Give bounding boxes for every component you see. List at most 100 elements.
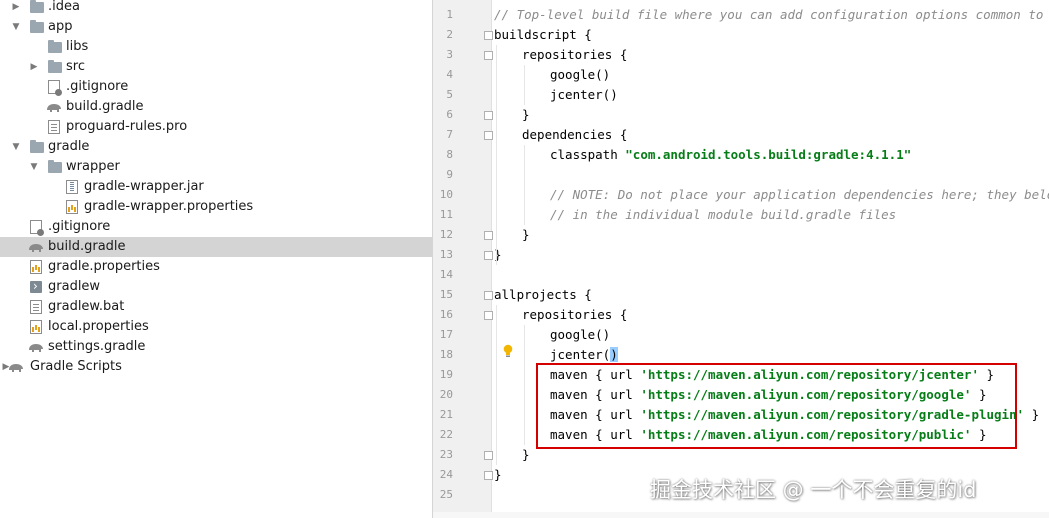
text-file-icon: [30, 300, 42, 314]
properties-file-icon: [30, 260, 42, 274]
code-line[interactable]: // in the individual module build.gradle…: [550, 205, 896, 225]
expand-arrow-icon[interactable]: ▼: [28, 157, 40, 177]
code-line[interactable]: buildscript {: [494, 25, 592, 45]
collapse-arrow-icon[interactable]: ▶: [10, 0, 22, 17]
gitignore-file-icon: [48, 80, 62, 96]
code-token: ): [610, 347, 618, 362]
code-line[interactable]: classpath "com.android.tools.build:gradl…: [550, 145, 911, 165]
code-line[interactable]: google(): [550, 65, 610, 85]
tree-item-label: build.gradle: [66, 99, 144, 114]
line-number: 1: [446, 8, 453, 21]
expand-arrow-icon[interactable]: ▼: [10, 137, 22, 157]
code-line[interactable]: }: [522, 445, 530, 465]
project-tree: ▶ .idea ▼ app libs ▶ src .gitignore build.gradle…: [0, 0, 433, 518]
code-line[interactable]: google(): [550, 325, 610, 345]
line-number: 14: [439, 268, 453, 281]
line-number: 11: [439, 208, 453, 221]
tree-item[interactable]: gradlew.bat: [0, 297, 432, 317]
code-line[interactable]: jcenter(): [550, 345, 618, 365]
tree-item-label: local.properties: [48, 319, 149, 334]
code-line[interactable]: jcenter(): [550, 85, 618, 105]
properties-file-icon: [30, 320, 42, 334]
tree-item-label: gradle: [48, 139, 90, 154]
expand-arrow-icon[interactable]: ▼: [10, 17, 22, 37]
indent-guide: [496, 45, 497, 265]
tree-item[interactable]: .gitignore: [0, 77, 432, 97]
line-number: 20: [439, 388, 453, 401]
indent-guide: [524, 145, 525, 225]
tree-item[interactable]: .gitignore: [0, 217, 432, 237]
tree-item[interactable]: settings.gradle: [0, 337, 432, 357]
properties-file-icon: [66, 200, 78, 214]
code-line[interactable]: }: [522, 225, 530, 245]
code-token: google(): [550, 327, 611, 342]
code-token: dependencies {: [522, 127, 628, 142]
code-line[interactable]: }: [522, 105, 530, 125]
tree-item[interactable]: gradle-wrapper.properties: [0, 197, 432, 217]
line-number: 8: [446, 148, 453, 161]
gradle-elephant-icon: [28, 343, 44, 353]
tree-item[interactable]: ▶ .idea: [0, 0, 432, 17]
tree-item[interactable]: ▶ Gradle Scripts: [0, 357, 432, 377]
line-number: 22: [439, 428, 453, 441]
gradle-elephant-icon: [46, 103, 62, 113]
tree-item-label: gradle-wrapper.jar: [84, 179, 204, 194]
line-number: 12: [439, 228, 453, 241]
code-line[interactable]: dependencies {: [522, 125, 627, 145]
line-number: 19: [439, 368, 453, 381]
folder-icon: [48, 160, 62, 173]
fold-marker-icon[interactable]: [484, 251, 493, 260]
tree-item[interactable]: ▶ src: [0, 57, 432, 77]
tree-item[interactable]: ▼ gradle: [0, 137, 432, 157]
collapse-arrow-icon[interactable]: ▶: [28, 57, 40, 77]
line-number: 6: [446, 108, 453, 121]
tree-item[interactable]: gradle.properties: [0, 257, 432, 277]
code-line[interactable]: }: [494, 465, 502, 485]
line-number: 23: [439, 448, 453, 461]
tree-item[interactable]: proguard-rules.pro: [0, 117, 432, 137]
tree-item[interactable]: build.gradle: [0, 237, 432, 257]
line-number: 15: [439, 288, 453, 301]
string-literal: "com.android.tools.build:gradle:4.1.1": [625, 147, 912, 162]
fold-marker-icon[interactable]: [484, 451, 493, 460]
tree-item[interactable]: build.gradle: [0, 97, 432, 117]
code-token: }: [494, 467, 502, 482]
code-token: repositories {: [522, 47, 628, 62]
text-file-icon: [48, 120, 60, 134]
tree-item-label: libs: [66, 39, 89, 54]
tree-item[interactable]: libs: [0, 37, 432, 57]
tree-item[interactable]: gradlew: [0, 276, 432, 297]
gitignore-file-icon: [30, 220, 44, 236]
annotation-highlight-box: [536, 363, 1017, 449]
fold-marker-icon[interactable]: [484, 311, 493, 320]
lightbulb-icon[interactable]: [502, 344, 514, 358]
fold-marker-icon[interactable]: [484, 111, 493, 120]
fold-marker-icon[interactable]: [484, 291, 493, 300]
fold-marker-icon[interactable]: [484, 131, 493, 140]
code-token: }: [522, 227, 530, 242]
tree-item-label: settings.gradle: [48, 339, 146, 354]
code-line[interactable]: allprojects {: [494, 285, 592, 305]
line-number: 18: [439, 348, 453, 361]
fold-marker-icon[interactable]: [484, 31, 493, 40]
tree-item[interactable]: ▼ wrapper: [0, 157, 432, 177]
code-line[interactable]: repositories {: [522, 305, 627, 325]
tree-item-label: .gitignore: [66, 79, 129, 94]
fold-marker-icon[interactable]: [484, 471, 493, 480]
fold-marker-icon[interactable]: [484, 231, 493, 240]
code-line[interactable]: // Top-level build file where you can ad…: [494, 5, 1049, 25]
folder-icon: [30, 20, 44, 33]
line-number: 5: [446, 88, 453, 101]
tree-item[interactable]: ▼ app: [0, 17, 432, 37]
tree-item-label: build.gradle: [48, 239, 126, 254]
code-token: jcenter(: [550, 347, 611, 362]
tree-item-label: src: [66, 59, 85, 74]
tree-item[interactable]: gradle-wrapper.jar: [0, 177, 432, 197]
tree-item[interactable]: local.properties: [0, 317, 432, 337]
line-number: 4: [446, 68, 453, 81]
code-line[interactable]: // NOTE: Do not place your application d…: [550, 185, 1049, 205]
indent-guide: [496, 305, 497, 465]
folder-icon: [48, 60, 62, 73]
code-line[interactable]: repositories {: [522, 45, 627, 65]
fold-marker-icon[interactable]: [484, 51, 493, 60]
